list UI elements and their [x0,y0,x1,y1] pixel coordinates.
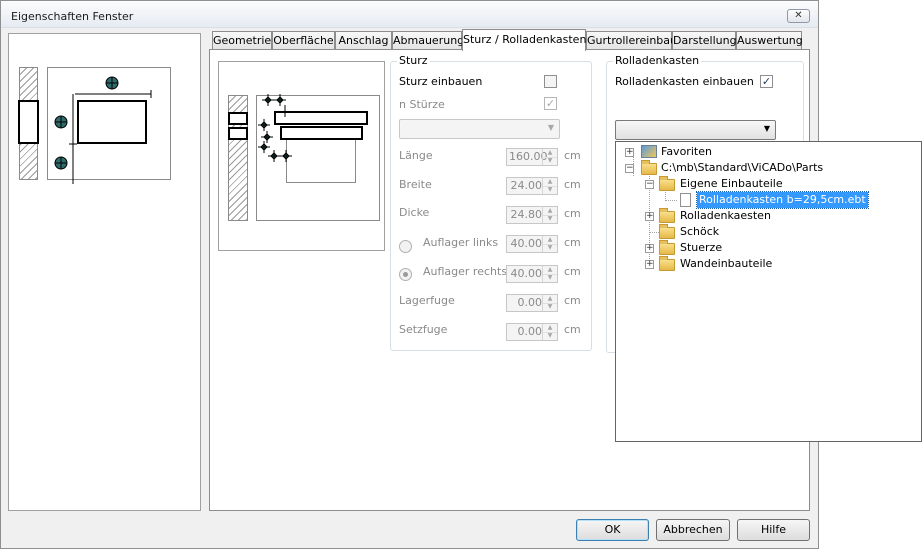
breite-input[interactable]: 24.00 ▲ ▼ [506,177,558,195]
breite-unit: cm [564,178,581,191]
cancel-button[interactable]: Abbrechen [656,519,730,541]
close-icon: ✕ [794,10,803,21]
folder-icon [659,256,675,271]
file-icon [680,193,691,207]
expand-icon[interactable]: + [645,260,654,269]
sturz-markers [258,94,292,162]
laenge-input[interactable]: 160.00 ▲ ▼ [506,148,558,166]
auflager-rechts-input[interactable]: 40.00 ▲ ▼ [506,265,558,283]
tab-geometrie[interactable]: Geometrie [212,31,272,50]
spin-down-icon[interactable]: ▼ [543,303,557,311]
sturz-einbauen-checkbox[interactable] [544,75,557,88]
rolladenkasten-einbauen-label: Rolladenkasten einbauen [615,75,754,88]
help-button[interactable]: Hilfe [737,519,810,541]
setzfuge-input[interactable]: 0.00 ▲ ▼ [506,323,558,341]
rolladenkasten-einbauen-checkbox[interactable]: ✓ [760,75,773,88]
tree-item-wandeinbauteile[interactable]: + Wandeinbauteile [616,256,921,272]
ok-button[interactable]: OK [576,519,649,541]
chevron-down-icon: ▼ [547,123,554,132]
dicke-label: Dicke [399,206,430,219]
folder-icon [659,208,675,223]
auflager-rechts-radio[interactable] [399,268,412,281]
collapse-icon[interactable]: − [625,164,634,173]
spin-down-icon[interactable]: ▼ [543,332,557,340]
folder-icon [659,176,675,191]
tab-anschlag[interactable]: Anschlag [335,31,392,50]
expand-icon[interactable]: + [645,212,654,221]
lagerfuge-label: Lagerfuge [399,294,455,307]
favorites-icon [641,145,657,158]
lagerfuge-input[interactable]: 0.00 ▲ ▼ [506,294,558,312]
n-stuerze-label: n Stürze [399,98,445,111]
title-bar[interactable]: Eigenschaften Fenster ✕ [1,1,818,28]
window-title: Eigenschaften Fenster [11,10,134,23]
chevron-down-icon: ▼ [763,124,770,133]
spin-down-icon[interactable]: ▼ [543,244,557,252]
spin-down-icon[interactable]: ▼ [543,274,557,282]
tab-auswertung[interactable]: Auswertung [736,31,803,50]
laenge-label: Länge [399,149,433,162]
folder-icon [659,224,675,239]
setzfuge-label: Setzfuge [399,323,448,336]
auflager-links-unit: cm [564,236,581,249]
sturz-preview [218,61,385,251]
tree-item-rolladenkasten-file[interactable]: Rolladenkasten b=29,5cm.ebt [616,191,921,209]
sturz-group-title: Sturz [397,54,430,67]
dicke-input[interactable]: 24.80 ▲ ▼ [506,206,558,224]
sturz-type-combo[interactable]: ▼ [399,119,560,139]
folder-icon [641,160,657,175]
tree-item-parts-root[interactable]: − C:\mb\Standard\ViCADo\Parts [616,160,921,176]
spin-down-icon[interactable]: ▼ [543,157,557,165]
rolladenkasten-combo[interactable]: ▼ [615,120,776,140]
auflager-rechts-unit: cm [564,265,581,278]
rolladenkasten-group-title: Rolladenkasten [613,54,702,67]
auflager-rechts-label: Auflager rechts [423,265,508,278]
tree-item-rolladenkaesten[interactable]: + Rolladenkaesten [616,208,921,224]
window-preview [8,33,201,511]
collapse-icon[interactable]: − [645,180,654,189]
auflager-links-radio[interactable] [399,240,412,253]
tab-darstellung[interactable]: Darstellung [672,31,737,50]
breite-label: Breite [399,178,432,191]
setzfuge-unit: cm [564,323,581,336]
expand-icon[interactable]: + [625,148,634,157]
auflager-links-label: Auflager links [423,236,499,249]
tree-item-eigene-einbauteile[interactable]: − Eigene Einbauteile [616,176,921,192]
tab-sturz-rolladenkasten[interactable]: Sturz / Rolladenkasten [462,29,586,51]
close-button[interactable]: ✕ [787,9,810,23]
spin-down-icon[interactable]: ▼ [543,186,557,194]
expand-icon[interactable]: + [645,244,654,253]
sturz-einbauen-label: Sturz einbauen [399,75,483,88]
spin-down-icon[interactable]: ▼ [543,215,557,223]
tab-abmauerung[interactable]: Abmauerung [392,31,464,50]
folder-icon [659,240,675,255]
lagerfuge-unit: cm [564,294,581,307]
dimension-markers [54,76,152,184]
auflager-links-input[interactable]: 40.00 ▲ ▼ [506,235,558,253]
tree-item-favoriten[interactable]: + Favoriten [616,144,921,160]
tab-oberflaeche[interactable]: Oberfläche [272,31,335,50]
n-stuerze-checkbox[interactable]: ✓ [544,97,557,110]
parts-tree-dropdown[interactable]: + Favoriten − C:\mb\Standard\ViCADo\Part… [615,141,922,442]
tab-gurtrollereinbau[interactable]: Gurtrollereinbau [586,31,677,50]
dicke-unit: cm [564,207,581,220]
laenge-unit: cm [564,149,581,162]
tree-item-schoeck[interactable]: Schöck [616,224,921,240]
tree-item-stuerze[interactable]: + Stuerze [616,240,921,256]
